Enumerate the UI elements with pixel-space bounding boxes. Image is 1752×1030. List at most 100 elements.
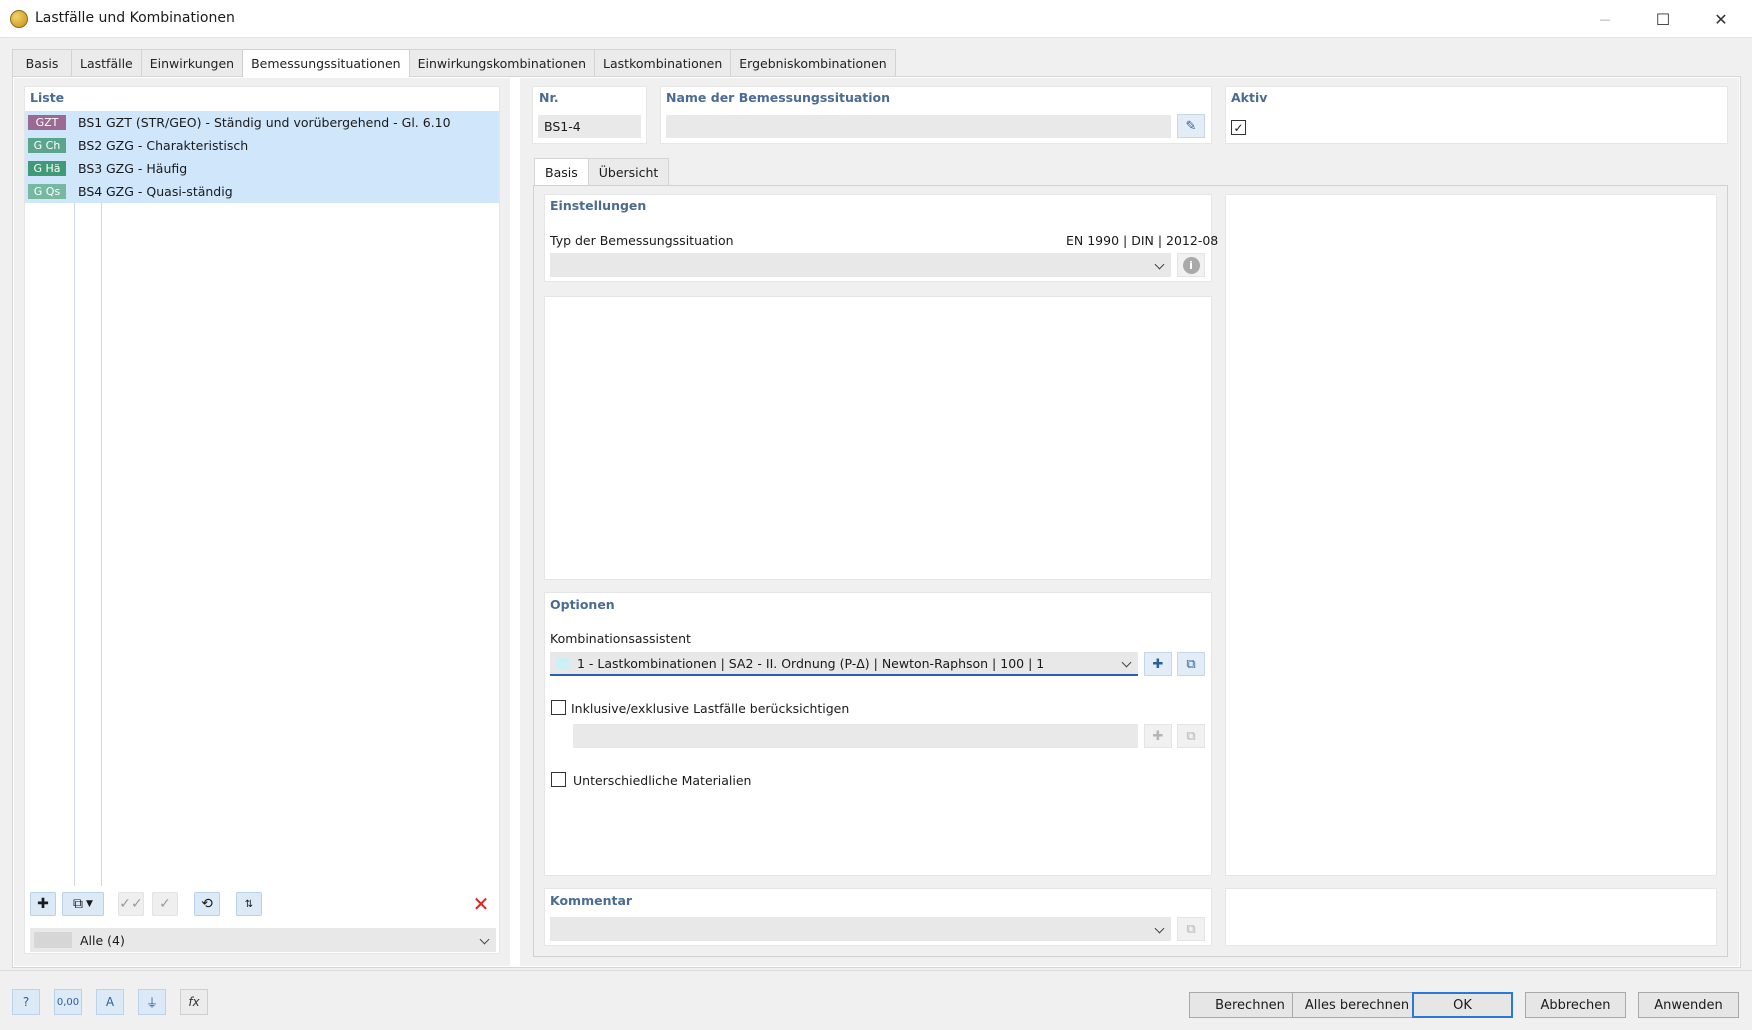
main-tabs: Basis Lastfälle Einwirkungen Bemessungss… bbox=[12, 49, 896, 77]
formula-button[interactable]: fx bbox=[180, 989, 208, 1015]
units-button[interactable]: 0,00 bbox=[54, 989, 82, 1015]
tab-einwirkungskombinationen[interactable]: Einwirkungskombinationen bbox=[408, 49, 596, 76]
edit-icon: ✎ bbox=[1185, 118, 1197, 134]
edit-inclusive-button[interactable]: ⧉ bbox=[1177, 724, 1205, 748]
delete-icon: ✕ bbox=[472, 892, 490, 916]
copy-icon: ⧉ bbox=[1186, 921, 1196, 937]
edit-wizard-button[interactable]: ⧉ bbox=[1177, 652, 1205, 676]
comment-library-button[interactable]: ⧉ bbox=[1177, 917, 1205, 941]
filter-color-swatch bbox=[34, 932, 72, 948]
minimize-icon: — bbox=[1599, 12, 1611, 26]
edit-item-icon: ⧉ bbox=[1186, 728, 1196, 744]
maximize-icon: ☐ bbox=[1655, 9, 1671, 29]
app-icon bbox=[10, 10, 28, 28]
tab-einwirkungen[interactable]: Einwirkungen bbox=[140, 49, 244, 76]
minimize-button[interactable]: — bbox=[1576, 0, 1634, 38]
chevron-down-icon bbox=[1154, 259, 1165, 270]
maximize-button[interactable]: ☐ bbox=[1634, 0, 1692, 38]
tab-lastfaelle[interactable]: Lastfälle bbox=[71, 49, 142, 76]
active-checkbox[interactable]: ✓ bbox=[1231, 120, 1246, 135]
list-filter-select[interactable]: Alle (4) bbox=[30, 928, 496, 952]
info-button[interactable]: i bbox=[1177, 253, 1205, 277]
sort-number-icon: ⇅ bbox=[244, 898, 254, 910]
tab-lastkombinationen[interactable]: Lastkombinationen bbox=[594, 49, 732, 76]
list-item-text: GZG - Häufig bbox=[106, 161, 188, 176]
type-select[interactable] bbox=[550, 253, 1171, 277]
uncheck-all-button[interactable]: ✓ bbox=[152, 892, 178, 916]
sort-number-button[interactable]: ⇅ bbox=[236, 892, 262, 916]
subtab-basis[interactable]: Basis bbox=[534, 158, 589, 185]
delete-button[interactable]: ✕ bbox=[468, 892, 494, 916]
filter-button[interactable]: ⏚ bbox=[138, 989, 166, 1015]
check-all-icon: ✓✓ bbox=[119, 896, 143, 912]
list-item-id: BS2 bbox=[78, 138, 103, 153]
tab-bemessungssituationen[interactable]: Bemessungssituationen bbox=[242, 49, 410, 77]
new-inclusive-button[interactable]: ✚ bbox=[1144, 724, 1172, 748]
close-icon: ✕ bbox=[1714, 9, 1728, 29]
check-all-button[interactable]: ✓✓ bbox=[118, 892, 144, 916]
edit-name-button[interactable]: ✎ bbox=[1177, 114, 1205, 138]
list-item-id: BS3 bbox=[78, 161, 103, 176]
materials-checkbox[interactable] bbox=[551, 772, 566, 787]
cancel-button[interactable]: Abbrechen bbox=[1525, 992, 1626, 1018]
inclusive-label: Inklusive/exklusive Lastfälle berücksich… bbox=[571, 701, 850, 716]
list-item[interactable]: GZT BS1 GZT (STR/GEO) - Ständig und vorü… bbox=[25, 111, 499, 134]
list-item[interactable]: G Hä BS3 GZG - Häufig bbox=[25, 157, 499, 180]
edit-item-icon: ⧉ bbox=[1186, 656, 1196, 672]
list-item[interactable]: G Ch BS2 GZG - Charakteristisch bbox=[25, 134, 499, 157]
comment-side-card bbox=[1225, 888, 1717, 946]
preview-card bbox=[1225, 194, 1717, 876]
name-input[interactable] bbox=[666, 115, 1171, 138]
new-wizard-button[interactable]: ✚ bbox=[1144, 652, 1172, 676]
wizard-select[interactable]: 1 - Lastkombinationen | SA2 - II. Ordnun… bbox=[550, 652, 1138, 676]
subtab-uebersicht[interactable]: Übersicht bbox=[587, 158, 670, 185]
tab-basis[interactable]: Basis bbox=[12, 49, 72, 76]
list-panel bbox=[24, 86, 500, 954]
comment-select[interactable] bbox=[550, 917, 1171, 941]
new-item-button[interactable]: ✚ bbox=[30, 892, 56, 916]
uncheck-all-icon: ✓ bbox=[159, 896, 171, 912]
comment-title: Kommentar bbox=[550, 893, 633, 908]
chevron-down-icon bbox=[1154, 923, 1165, 934]
apply-button[interactable]: Anwenden bbox=[1638, 992, 1739, 1018]
list-item-badge: G Qs bbox=[28, 184, 66, 199]
wizard-color-swatch bbox=[556, 656, 569, 670]
bottom-bar: ? 0,00 A ⏚ fx Berechnen Alles berechnen … bbox=[0, 970, 1752, 1030]
new-item-icon: ✚ bbox=[37, 896, 49, 912]
nr-field: BS1-4 bbox=[538, 115, 641, 138]
inclusive-checkbox[interactable] bbox=[551, 700, 566, 715]
window-title: Lastfälle und Kombinationen bbox=[35, 10, 235, 26]
tree-guide-line bbox=[101, 203, 102, 886]
list-item-id: BS1 bbox=[78, 115, 103, 130]
name-label: Name der Bemessungssituation bbox=[666, 90, 891, 105]
tab-ergebniskombinationen[interactable]: Ergebniskombinationen bbox=[730, 49, 896, 76]
inclusive-input bbox=[573, 724, 1138, 748]
copy-item-icon: ⧉ bbox=[73, 896, 84, 912]
nr-label: Nr. bbox=[539, 90, 559, 105]
renumber-button[interactable]: ⟲ bbox=[194, 892, 220, 916]
copy-item-button[interactable]: ⧉ ▼ bbox=[62, 892, 104, 916]
chevron-down-icon bbox=[1121, 657, 1132, 668]
info-icon: i bbox=[1182, 256, 1200, 274]
ok-button[interactable]: OK bbox=[1412, 992, 1513, 1018]
options-title: Optionen bbox=[550, 597, 615, 612]
formula-icon: fx bbox=[188, 995, 200, 1009]
close-button[interactable]: ✕ bbox=[1692, 0, 1750, 38]
check-icon: ✓ bbox=[1233, 120, 1244, 135]
list-title: Liste bbox=[30, 90, 65, 105]
norm-label: EN 1990 | DIN | 2012-08 bbox=[1066, 233, 1219, 248]
chevron-down-icon bbox=[479, 934, 490, 945]
title-bar: Lastfälle und Kombinationen — ☐ ✕ bbox=[0, 0, 1752, 38]
text-format-button[interactable]: A bbox=[96, 989, 124, 1015]
list-item[interactable]: G Qs BS4 GZG - Quasi-ständig bbox=[25, 180, 499, 203]
list-item-text: GZT (STR/GEO) - Ständig und vorübergehen… bbox=[106, 115, 451, 130]
wizard-value: 1 - Lastkombinationen | SA2 - II. Ordnun… bbox=[577, 655, 1045, 671]
calculate-all-button[interactable]: Alles berechnen bbox=[1292, 992, 1422, 1018]
settings-title: Einstellungen bbox=[550, 198, 647, 213]
list-item-badge: G Hä bbox=[28, 161, 66, 176]
materials-label: Unterschiedliche Materialien bbox=[573, 773, 752, 788]
filter-value: Alle (4) bbox=[80, 932, 125, 948]
tree-guide-line bbox=[74, 203, 75, 886]
list-item-text: GZG - Quasi-ständig bbox=[106, 184, 233, 199]
help-button[interactable]: ? bbox=[12, 989, 40, 1015]
